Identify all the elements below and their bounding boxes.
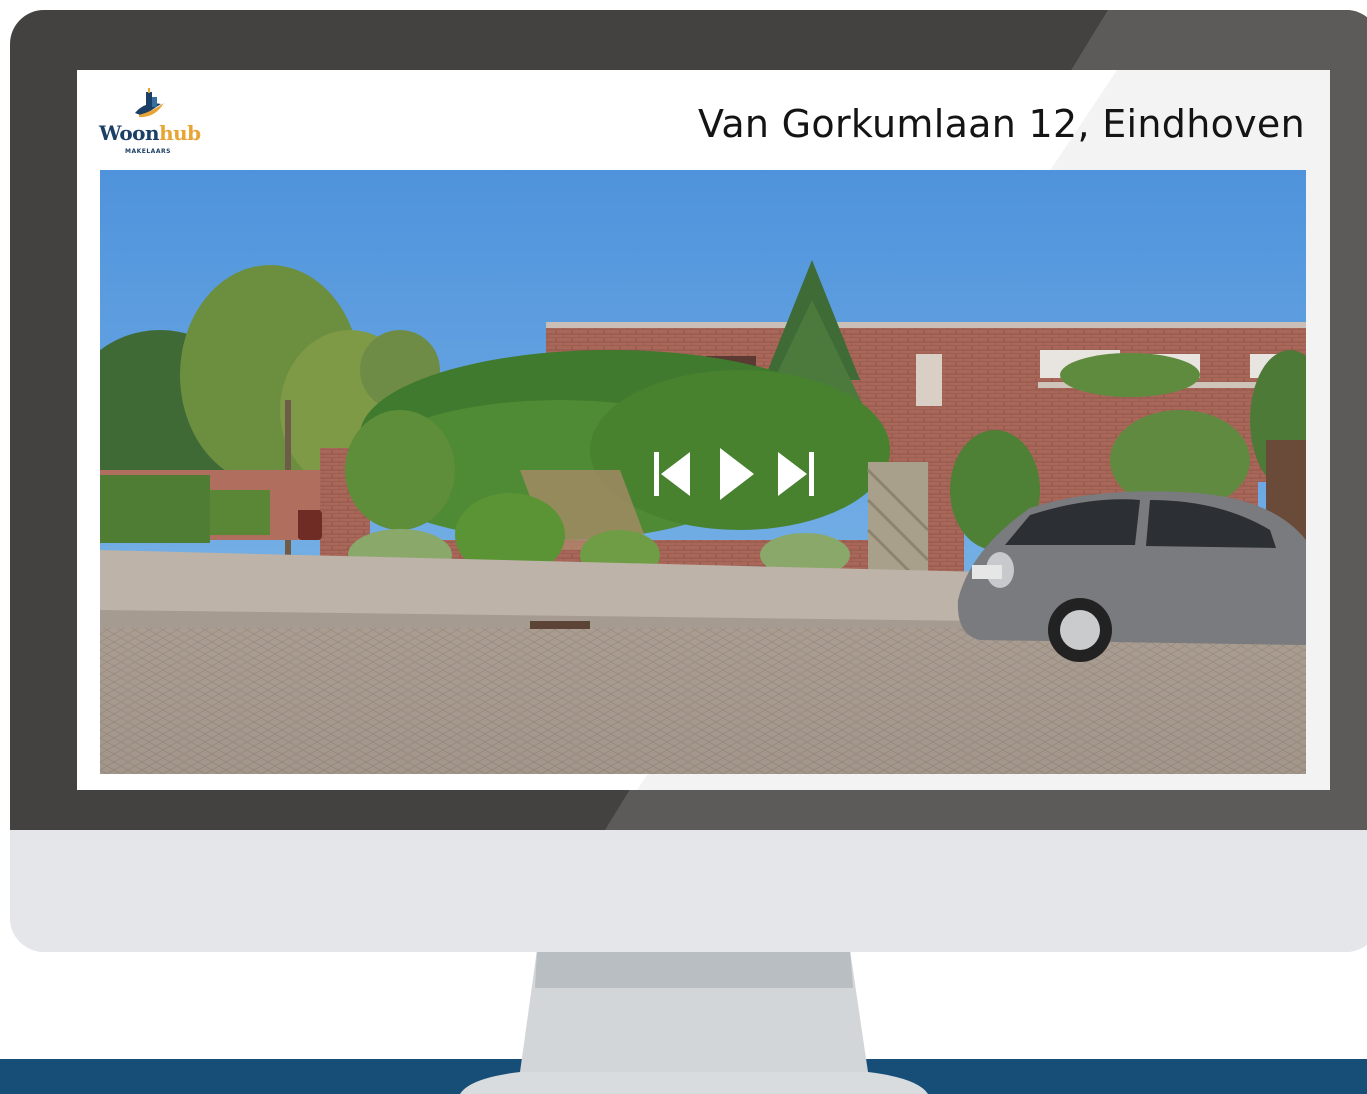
brand-name-part2: hub [159, 121, 201, 145]
slideshow-controls [652, 448, 822, 500]
play-icon[interactable] [718, 448, 754, 500]
house-logo-icon [135, 88, 164, 118]
skip-previous-icon[interactable] [652, 448, 692, 500]
monitor-bezel: Woonhub MAKELAARS Van Gorkumlaan 12, Ein… [10, 10, 1367, 830]
brand-name-part1: Woon [99, 121, 160, 145]
property-photo [100, 170, 1306, 774]
brand-wordmark: Woonhub [99, 121, 201, 145]
monitor-frame: Woonhub MAKELAARS Van Gorkumlaan 12, Ein… [10, 10, 1367, 952]
monitor-chin [10, 830, 1367, 952]
skip-next-icon[interactable] [776, 448, 816, 500]
brand-logo[interactable]: Woonhub MAKELAARS [99, 88, 201, 158]
screen: Woonhub MAKELAARS Van Gorkumlaan 12, Ein… [77, 70, 1330, 790]
page-title: Van Gorkumlaan 12, Eindhoven [697, 102, 1305, 146]
brand-tagline: MAKELAARS [125, 148, 171, 155]
